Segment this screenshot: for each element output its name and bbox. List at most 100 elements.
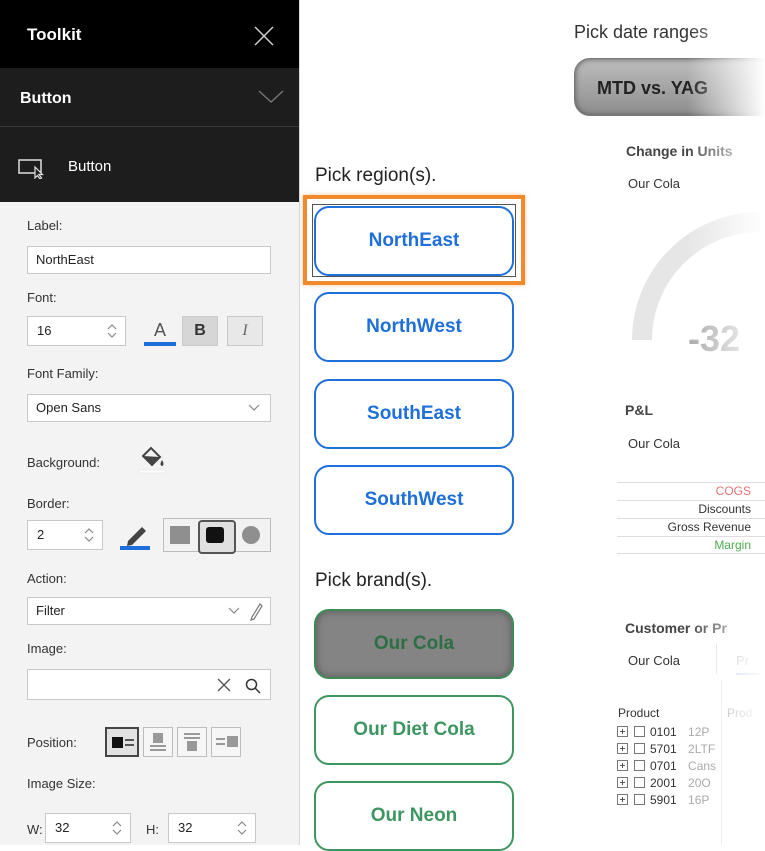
position-bottom-button[interactable]	[177, 727, 207, 757]
action-value: Filter	[36, 603, 65, 618]
height-value: 32	[178, 820, 193, 835]
checkbox[interactable]	[634, 726, 645, 737]
pencil-icon[interactable]	[118, 520, 152, 550]
stepper-arrows-icon[interactable]	[112, 820, 122, 836]
square-shape-option[interactable]	[170, 526, 190, 544]
font-family-select[interactable]: Open Sans	[27, 394, 271, 422]
image-input[interactable]	[27, 669, 271, 700]
rounded-square-icon	[206, 527, 224, 543]
font-family-value: Open Sans	[36, 400, 102, 415]
brand-button-our-diet-cola[interactable]: Our Diet Cola	[314, 695, 514, 765]
product-row[interactable]: 5701 2LTF	[617, 741, 765, 757]
customer-tab-our-cola[interactable]: Our Cola	[628, 653, 680, 668]
action-select[interactable]: Filter	[27, 597, 271, 625]
chevron-down-icon[interactable]	[258, 90, 284, 104]
position-caption: Position:	[27, 735, 77, 750]
pl-subtitle: Our Cola	[628, 436, 681, 451]
height-caption: H:	[146, 822, 159, 837]
italic-button[interactable]: I	[227, 316, 263, 346]
product-row[interactable]: 5901 16P	[617, 792, 765, 808]
toolkit-panel: Toolkit Button Button Label: NorthEast F…	[0, 0, 300, 845]
product-row[interactable]: 2001 20O	[617, 775, 765, 791]
border-size-value: 2	[37, 527, 45, 542]
date-range-button-label: MTD vs. YAG	[597, 78, 709, 98]
border-caption: Border:	[27, 496, 70, 511]
font-caption: Font:	[27, 290, 57, 305]
product-name-header: Prod	[727, 706, 753, 720]
product-code: 5901	[650, 793, 677, 807]
label-caption: Label:	[27, 218, 63, 233]
align-left-icon	[112, 737, 134, 748]
width-value: 32	[55, 820, 70, 835]
section-header-button[interactable]: Button	[0, 68, 299, 127]
region-button-northeast[interactable]: NorthEast	[314, 206, 514, 276]
product-name: 12P	[688, 725, 710, 739]
checkbox[interactable]	[634, 777, 645, 788]
pl-row-discounts: Discounts	[617, 500, 765, 518]
search-icon[interactable]	[244, 677, 262, 695]
product-row[interactable]: 0101 12P	[617, 724, 765, 740]
clear-icon[interactable]	[216, 677, 232, 693]
bold-button[interactable]: B	[182, 316, 218, 346]
pl-row-cogs: COGS	[617, 482, 765, 500]
toolkit-title: Toolkit	[27, 25, 82, 44]
font-color-glyph: A	[153, 320, 166, 340]
pl-row-gross-revenue: Gross Revenue	[617, 518, 765, 536]
section-title: Button	[20, 90, 72, 107]
region-button-southwest[interactable]: SouthWest	[314, 465, 514, 535]
checkbox[interactable]	[634, 760, 645, 771]
position-left-button[interactable]	[105, 727, 139, 757]
gauge-value: -32	[688, 318, 741, 359]
edit-pencil-icon[interactable]	[248, 601, 264, 621]
height-stepper[interactable]: 32	[168, 813, 256, 843]
close-icon[interactable]	[252, 24, 276, 48]
checkbox[interactable]	[634, 743, 645, 754]
object-type-label: Button	[68, 158, 112, 175]
product-name: 20O	[688, 776, 711, 790]
stepper-arrows-icon[interactable]	[107, 323, 117, 339]
product-column-header: Product	[618, 706, 660, 720]
product-name: Cans	[688, 759, 717, 773]
width-stepper[interactable]: 32	[45, 813, 131, 843]
label-input[interactable]: NorthEast	[27, 246, 271, 274]
position-right-button[interactable]	[211, 727, 241, 757]
customer-tab-2[interactable]: Pr	[736, 653, 749, 668]
align-bottom-icon	[184, 733, 200, 751]
product-code: 5701	[650, 742, 677, 756]
image-caption: Image:	[27, 641, 67, 656]
align-top-icon	[150, 733, 166, 751]
expand-icon[interactable]	[617, 760, 628, 771]
paint-bucket-icon[interactable]	[137, 444, 167, 474]
pl-title: P&L	[625, 402, 653, 418]
brand-button-our-neon[interactable]: Our Neon	[314, 781, 514, 851]
expand-icon[interactable]	[617, 726, 628, 737]
customer-title: Customer or Pr	[625, 620, 727, 636]
action-caption: Action:	[27, 571, 67, 586]
expand-icon[interactable]	[617, 743, 628, 754]
font-family-caption: Font Family:	[27, 366, 99, 381]
expand-icon[interactable]	[617, 777, 628, 788]
product-row[interactable]: 0701 Cans	[617, 758, 765, 774]
units-subtitle: Our Cola	[628, 176, 681, 191]
date-range-label: Pick date ranges	[574, 22, 709, 42]
button-cursor-icon	[18, 159, 44, 179]
checkbox[interactable]	[634, 794, 645, 805]
circle-shape-option[interactable]	[242, 526, 260, 544]
region-button-southeast[interactable]: SouthEast	[314, 379, 514, 449]
stepper-arrows-icon[interactable]	[237, 820, 247, 836]
expand-icon[interactable]	[617, 794, 628, 805]
tab-underline	[736, 673, 765, 675]
width-caption: W:	[27, 822, 43, 837]
pl-row-margin: Margin	[617, 536, 765, 554]
font-color-swatch	[144, 342, 176, 346]
date-range-button[interactable]: MTD vs. YAG	[574, 58, 765, 116]
font-size-stepper[interactable]: 16	[27, 316, 126, 346]
stepper-arrows-icon[interactable]	[84, 527, 94, 543]
rounded-shape-option[interactable]	[198, 520, 236, 554]
region-button-northwest[interactable]: NorthWest	[314, 292, 514, 362]
brand-button-our-cola[interactable]: Our Cola	[314, 609, 514, 679]
border-size-stepper[interactable]: 2	[27, 520, 103, 550]
object-type-row: Button	[0, 127, 299, 202]
font-size-value: 16	[37, 323, 52, 338]
position-top-button[interactable]	[143, 727, 173, 757]
